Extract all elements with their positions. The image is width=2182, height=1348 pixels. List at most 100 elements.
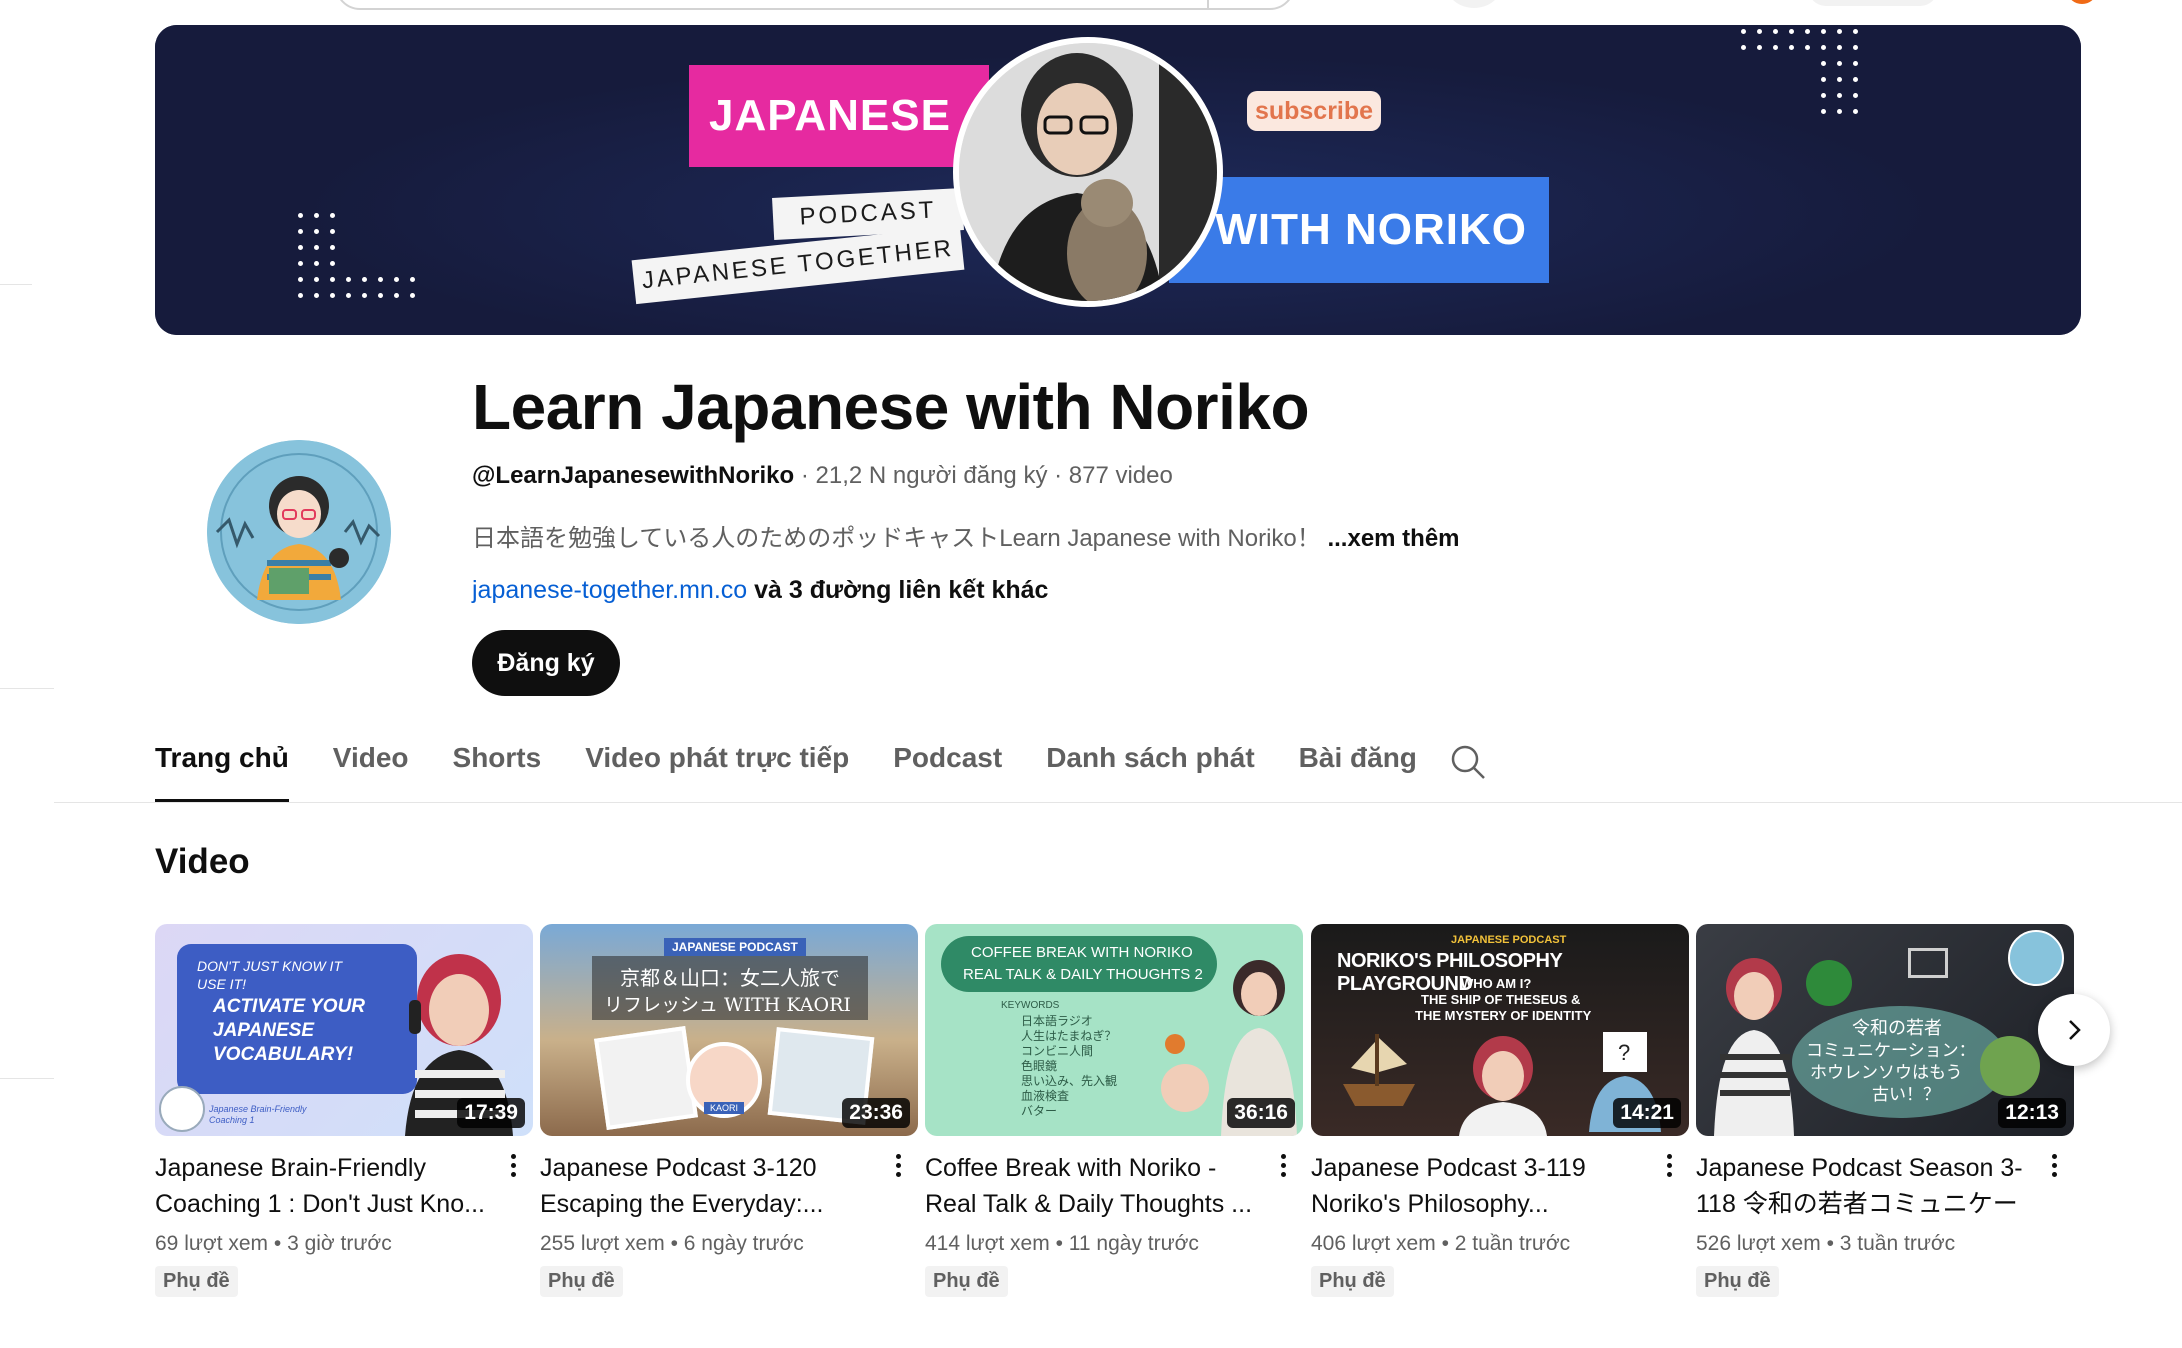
- channel-meta: @LearnJapanesewithNoriko · 21,2 N người …: [472, 462, 1173, 490]
- upload-age: 2 tuần trước: [1454, 1232, 1571, 1255]
- subscribe-button[interactable]: Đăng ký: [472, 630, 620, 696]
- sidebar-divider: [0, 688, 54, 689]
- channel-description[interactable]: 日本語を勉強している人のためのポッドキャストLearn Japanese wit…: [472, 518, 1460, 553]
- channel-website-link[interactable]: japanese-together.mn.co: [472, 576, 747, 604]
- video-title[interactable]: Japanese Brain-Friendly Coaching 1 : Don…: [155, 1150, 495, 1222]
- section-title: Video: [155, 842, 250, 881]
- thumb-text: USE IT!: [197, 976, 247, 992]
- meta-dot: •: [670, 1232, 678, 1255]
- view-count: 255 lượt xem: [540, 1232, 665, 1255]
- thumb-text: DON'T JUST KNOW IT: [197, 958, 342, 974]
- captions-badge: Phụ đề: [1311, 1266, 1394, 1297]
- more-options-icon[interactable]: [2042, 1150, 2066, 1190]
- video-duration: 14:21: [1613, 1098, 1681, 1128]
- more-options-icon[interactable]: [1271, 1150, 1295, 1190]
- thumb-text: リフレッシュ WITH KAORI: [604, 994, 851, 1016]
- thumb-photo: [594, 1026, 698, 1130]
- search-box[interactable]: [335, 0, 1295, 10]
- meta-dot: •: [1826, 1232, 1834, 1255]
- meta-separator: ·: [794, 462, 816, 489]
- view-count: 414 lượt xem: [925, 1232, 1050, 1255]
- sidebar-divider: [0, 1078, 54, 1079]
- captions-badge: Phụ đề: [540, 1266, 623, 1297]
- more-options-icon[interactable]: [501, 1150, 525, 1190]
- thumb-host-figure: [1714, 958, 1794, 1136]
- voice-search-button[interactable]: [1446, 0, 1502, 8]
- create-button[interactable]: [1808, 0, 1938, 6]
- video-thumbnail[interactable]: 令和の若者 コミュニケーション： ホウレンソウはもう 古い！？ 12:13: [1696, 924, 2074, 1136]
- captions-badge: Phụ đề: [155, 1266, 238, 1297]
- channel-avatar[interactable]: [207, 440, 391, 624]
- view-count: 526 lượt xem: [1696, 1232, 1821, 1255]
- thumb-text: THE SHIP OF THESEUS &: [1421, 992, 1581, 1007]
- video-title[interactable]: Japanese Podcast 3-119 Noriko's Philosop…: [1311, 1150, 1651, 1222]
- captions-badge: Phụ đề: [1696, 1266, 1779, 1297]
- video-thumbnail[interactable]: JAPANESE PODCAST NORIKO'S PHILOSOPHY PLA…: [1311, 924, 1689, 1136]
- show-more-link[interactable]: ...xem thêm: [1327, 525, 1459, 552]
- more-options-icon[interactable]: [886, 1150, 910, 1190]
- banner-subscribe-sticker: subscribe: [1247, 91, 1381, 131]
- thumb-small-text: Japanese Brain-Friendly Coaching 1: [209, 1104, 307, 1125]
- thumb-logo: [159, 1086, 205, 1132]
- upload-age: 6 ngày trước: [683, 1232, 804, 1255]
- video-card[interactable]: DON'T JUST KNOW IT USE IT! ACTIVATE YOUR…: [155, 924, 533, 1297]
- subscriber-count: 21,2 N người đăng ký: [815, 462, 1048, 489]
- channel-handle: @LearnJapanesewithNoriko: [472, 462, 795, 489]
- banner-japanese-label: JAPANESE: [689, 65, 989, 167]
- video-card[interactable]: 令和の若者 コミュニケーション： ホウレンソウはもう 古い！？ 12:13 Ja…: [1696, 924, 2074, 1297]
- tab-live[interactable]: Video phát trực tiếp: [585, 736, 849, 802]
- carousel-next-button[interactable]: [2038, 994, 2110, 1066]
- channel-search-icon[interactable]: [1448, 742, 1488, 782]
- more-options-icon[interactable]: [1657, 1150, 1681, 1190]
- tab-posts[interactable]: Bài đăng: [1299, 736, 1417, 802]
- thumb-keyword: バター: [1021, 1104, 1058, 1118]
- video-thumbnail[interactable]: DON'T JUST KNOW IT USE IT! ACTIVATE YOUR…: [155, 924, 533, 1136]
- channel-title: Learn Japanese with Noriko: [472, 371, 1310, 443]
- view-count: 406 lượt xem: [1311, 1232, 1436, 1255]
- video-duration: 17:39: [457, 1098, 525, 1128]
- video-card[interactable]: COFFEE BREAK WITH NORIKO REAL TALK & DAI…: [925, 924, 1303, 1297]
- thumb-spinach-icon: [1806, 960, 1852, 1006]
- video-title[interactable]: Coffee Break with Noriko - Real Talk & D…: [925, 1150, 1265, 1222]
- thumb-ship-illustration: [1343, 1034, 1415, 1106]
- thumb-text: 京都＆山口：女二人旅で: [620, 966, 840, 990]
- video-meta: 406 lượt xem • 2 tuần trước: [1311, 1232, 1689, 1256]
- video-thumbnail[interactable]: JAPANESE PODCAST 京都＆山口：女二人旅で リフレッシュ WITH…: [540, 924, 918, 1136]
- other-links-link[interactable]: và 3 đường liên kết khác: [754, 576, 1048, 604]
- banner-host-photo: [953, 37, 1223, 307]
- sidebar-divider: [0, 284, 32, 285]
- tab-home[interactable]: Trang chủ: [155, 736, 289, 802]
- tab-shorts[interactable]: Shorts: [453, 736, 542, 802]
- thumb-keyword-list: 日本語ラジオ 人生はたまねぎ？ コンビニ人間 色眼鏡 思い込み、先入観 血液検査…: [1021, 1014, 1117, 1119]
- thumb-keywords-label: KEYWORDS: [1001, 1000, 1060, 1011]
- meta-dot: •: [1055, 1232, 1063, 1255]
- video-title[interactable]: Japanese Podcast 3-120 Escaping the Ever…: [540, 1150, 880, 1222]
- channel-banner: JAPANESE PODCAST JAPANESE TOGETHER WITH …: [155, 25, 2081, 335]
- thumb-keyword: 思い込み、先入観: [1021, 1074, 1118, 1088]
- video-thumbnail[interactable]: COFFEE BREAK WITH NORIKO REAL TALK & DAI…: [925, 924, 1303, 1136]
- svg-text:?: ?: [1618, 1040, 1630, 1065]
- thumb-onion-icon: [1165, 1034, 1185, 1054]
- meta-separator: ·: [1047, 462, 1069, 489]
- video-duration: 36:16: [1227, 1098, 1295, 1128]
- channel-tabs: Trang chủ Video Shorts Video phát trực t…: [155, 736, 1461, 802]
- thumb-keyword: 人生はたまねぎ？: [1021, 1029, 1117, 1043]
- tab-videos[interactable]: Video: [333, 736, 409, 802]
- banner-dots-left: [298, 213, 415, 298]
- tab-podcasts[interactable]: Podcast: [893, 736, 1002, 802]
- thumb-text: VOCABULARY!: [213, 1044, 354, 1065]
- thumb-text: COFFEE BREAK WITH NORIKO: [971, 944, 1193, 961]
- video-title[interactable]: Japanese Podcast Season 3-118 令和の若者コミュニケ…: [1696, 1150, 2036, 1222]
- video-card[interactable]: JAPANESE PODCAST 京都＆山口：女二人旅で リフレッシュ WITH…: [540, 924, 918, 1297]
- video-meta: 255 lượt xem • 6 ngày trước: [540, 1232, 918, 1256]
- thumb-channel-logo: [2008, 930, 2064, 986]
- video-card[interactable]: JAPANESE PODCAST NORIKO'S PHILOSOPHY PLA…: [1311, 924, 1689, 1297]
- video-duration: 12:13: [1998, 1098, 2066, 1128]
- tab-playlists[interactable]: Danh sách phát: [1046, 736, 1254, 802]
- thumb-text: 古い！？: [1872, 1085, 1940, 1104]
- video-meta: 526 lượt xem • 3 tuần trước: [1696, 1232, 2074, 1256]
- account-avatar[interactable]: [2068, 0, 2096, 4]
- video-duration: 23:36: [842, 1098, 910, 1128]
- banner-dots-right: [1741, 29, 1858, 114]
- thumb-keyword: コンビニ人間: [1021, 1044, 1094, 1058]
